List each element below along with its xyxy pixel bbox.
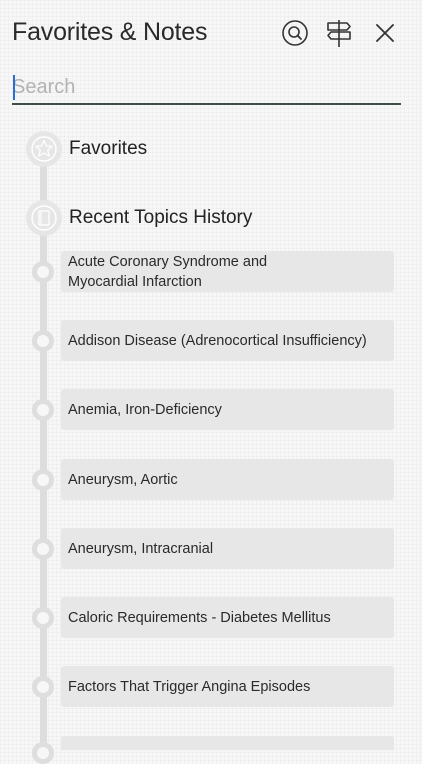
page-title: Favorites & Notes	[12, 18, 208, 46]
history-item-label: Addison Disease (Adrenocortical Insuffic…	[68, 332, 367, 349]
timeline-node	[32, 469, 54, 491]
history-item[interactable]: Addison Disease (Adrenocortical Insuffic…	[61, 320, 394, 361]
history-item[interactable]: Caloric Requirements - Diabetes Mellitus	[61, 597, 394, 638]
history-item-label: Factors That Trigger Angina Episodes	[68, 678, 311, 695]
favorites-section[interactable]: Favorites	[26, 131, 147, 167]
text-caret	[13, 75, 15, 100]
history-icon-badge	[26, 200, 62, 236]
history-label: Recent Topics History	[69, 207, 253, 228]
close-button[interactable]	[368, 16, 402, 50]
history-item-label: Anemia, Iron-Deficiency	[68, 401, 222, 418]
history-item[interactable]: Factors That Trigger Angina Episodes	[61, 666, 394, 707]
signpost-icon	[327, 20, 351, 47]
timeline-track	[40, 150, 47, 750]
timeline-node	[32, 330, 54, 352]
timeline-node	[32, 399, 54, 421]
history-item-label: Caloric Requirements - Diabetes Mellitus	[68, 609, 331, 626]
history-section[interactable]: Recent Topics History	[26, 200, 252, 236]
history-item[interactable]: Aneurysm, Aortic	[61, 459, 394, 500]
history-item[interactable]: Aneurysm, Intracranial	[61, 528, 394, 569]
favorites-icon-badge	[26, 131, 62, 167]
timeline-node	[32, 607, 54, 629]
history-item[interactable]: Acute Coronary Syndrome and Myocardial I…	[61, 251, 394, 292]
search-field[interactable]	[12, 72, 401, 105]
timeline-node	[32, 742, 54, 764]
book-icon	[31, 205, 57, 231]
history-item-label: Aneurysm, Aortic	[68, 471, 178, 488]
close-icon	[376, 24, 394, 42]
history-item[interactable]: Anemia, Iron-Deficiency	[61, 389, 394, 430]
history-item-label: Aneurysm, Intracranial	[68, 540, 214, 557]
history-item-partial[interactable]	[61, 736, 394, 750]
search-input[interactable]	[12, 72, 401, 103]
history-item-label: Acute Coronary Syndrome and Myocardial I…	[68, 253, 268, 290]
search-icon	[282, 20, 308, 46]
favorites-label: Favorites	[69, 138, 148, 159]
timeline-node	[32, 261, 54, 283]
timeline-node	[32, 538, 54, 560]
search-button[interactable]	[278, 16, 312, 50]
header-bar: Favorites & Notes	[0, 0, 422, 68]
timeline-node	[32, 676, 54, 698]
star-icon	[31, 136, 57, 162]
navigation-button[interactable]	[322, 16, 356, 50]
